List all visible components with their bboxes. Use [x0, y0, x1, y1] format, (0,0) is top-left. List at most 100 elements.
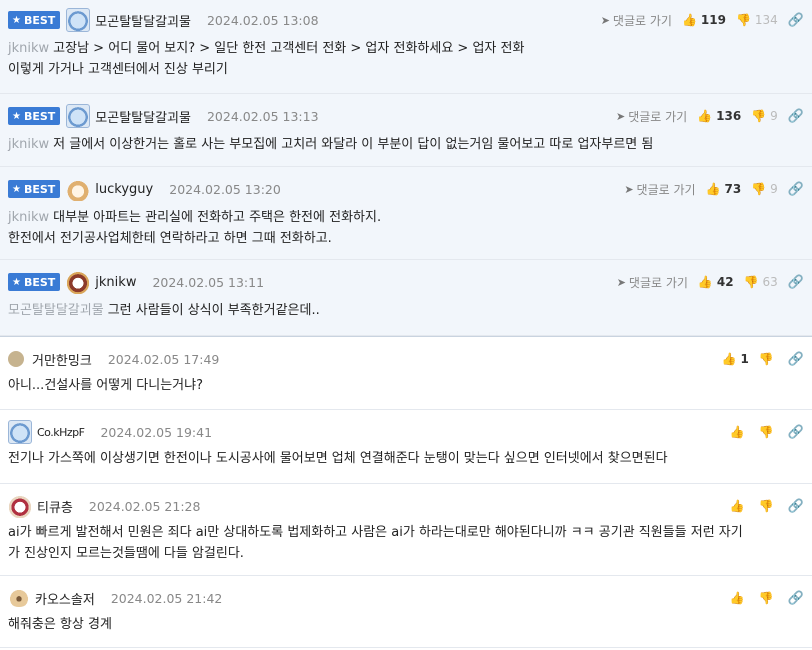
comment-item: 티큐층 2024.02.05 21:28 👍 👎 🔗 ai가 빠르게 발전해서 … [0, 484, 812, 576]
thumbs-down-icon: 👎 [758, 591, 774, 605]
thumbs-down-icon: 👎 [735, 13, 751, 27]
reply-arrow-icon: ➤ [624, 182, 634, 196]
avatar[interactable] [8, 494, 32, 518]
comment-list: ★ BEST 모곤탈탈달갈괴물 2024.02.05 13:08 ➤ 댓글로 가기 … [0, 0, 812, 648]
thumbs-down-icon: 👎 [758, 499, 774, 513]
mention[interactable]: jknikw [8, 41, 49, 56]
thumbs-down-icon: 👎 [758, 352, 774, 366]
comment-date: 2024.02.05 13:08 [206, 12, 319, 28]
link-icon[interactable]: 🔗 [788, 182, 804, 197]
downvote-button[interactable]: 👎 [759, 591, 778, 605]
comment-author[interactable]: 티큐층 [37, 497, 73, 516]
downvote-button[interactable]: 👎 [759, 352, 778, 366]
comment-body: jknikw 대부분 아파트는 관리실에 전화하고 주택은 한전에 전화하지. 한… [8, 210, 382, 246]
downvote-button[interactable]: 👎 63 [744, 275, 778, 289]
comment-item: ★ BEST jknikw 2024.02.05 13:11 ➤ 댓글로 가기 👍 4… [0, 260, 812, 336]
thumbs-up-icon: 👍 [681, 13, 697, 27]
link-icon[interactable]: 🔗 [788, 591, 804, 606]
thumbs-up-icon: 👍 [705, 182, 721, 196]
comment-item: ★ BEST luckyguy 2024.02.05 13:20 ➤ 댓글로 가기 … [0, 167, 812, 260]
reply-arrow-icon: ➤ [600, 13, 610, 27]
comment-item: ★ BEST 모곤탈탈달갈괴물 2024.02.05 13:08 ➤ 댓글로 가기 … [0, 0, 812, 94]
avatar[interactable] [66, 177, 91, 201]
comment-date: 2024.02.05 17:49 [107, 351, 220, 367]
reply-link[interactable]: ➤ 댓글로 가기 [616, 108, 687, 125]
thumbs-up-icon: 👍 [697, 109, 713, 123]
avatar[interactable] [8, 589, 30, 607]
upvote-button[interactable]: 👍 42 [698, 275, 734, 289]
comment-date: 2024.02.05 21:28 [88, 498, 201, 514]
link-icon[interactable]: 🔗 [788, 499, 804, 514]
reply-arrow-icon: ➤ [615, 109, 626, 123]
comment-author[interactable]: jknikw [95, 275, 136, 290]
avatar[interactable] [66, 270, 91, 294]
comment-body: 전기나 가스쪽에 이상생기면 한전이나 도시공사에 물어보면 업체 연결해준다 … [8, 451, 668, 466]
downvote-button[interactable]: 👎 9 [751, 182, 778, 196]
comment-date: 2024.02.05 19:41 [100, 424, 213, 440]
best-badge: ★ BEST [8, 11, 61, 29]
upvote-button[interactable]: 👍 [730, 499, 749, 513]
star-icon: ★ [12, 14, 21, 26]
link-icon[interactable]: 🔗 [788, 275, 804, 290]
star-icon: ★ [12, 183, 21, 195]
comment-body: 모곤탈탈달갈괴물 그런 사람들이 상식이 부족한거같은데.. [8, 303, 320, 318]
comment-date: 2024.02.05 13:11 [152, 274, 265, 290]
avatar[interactable] [8, 420, 32, 444]
link-icon[interactable]: 🔗 [788, 13, 804, 28]
mention[interactable]: jknikw [8, 210, 49, 225]
downvote-button[interactable]: 👎 [759, 499, 778, 513]
comment-author[interactable]: 모곤탈탈달갈괴물 [95, 107, 191, 126]
best-badge: ★ BEST [8, 180, 61, 198]
comment-body: ai가 빠르게 발전해서 민원은 죄다 ai만 상대하도록 법제화하고 사람은 … [8, 525, 743, 561]
upvote-button[interactable]: 👍 119 [682, 13, 726, 27]
downvote-button[interactable]: 👎 134 [736, 13, 778, 27]
thumbs-up-icon: 👍 [729, 425, 745, 439]
star-icon: ★ [12, 110, 21, 122]
best-badge: ★ BEST [8, 107, 61, 125]
link-icon[interactable]: 🔗 [788, 425, 804, 440]
downvote-button[interactable]: 👎 9 [751, 109, 778, 123]
upvote-button[interactable]: 👍 136 [697, 109, 741, 123]
comment-author[interactable]: 거만한밍크 [32, 350, 92, 369]
reply-link[interactable]: ➤ 댓글로 가기 [617, 274, 688, 291]
thumbs-up-icon: 👍 [697, 275, 713, 289]
link-icon[interactable]: 🔗 [788, 352, 804, 367]
comment-body: 해줘충은 항상 경계 [8, 617, 112, 632]
comment-date: 2024.02.05 13:20 [169, 181, 281, 197]
reply-link[interactable]: ➤ 댓글로 가기 [601, 12, 672, 29]
avatar[interactable] [66, 104, 91, 128]
thumbs-down-icon: 👎 [751, 182, 767, 196]
mention[interactable]: jknikw [8, 137, 49, 152]
link-icon[interactable]: 🔗 [788, 109, 804, 124]
thumbs-down-icon: 👎 [751, 109, 767, 123]
avatar[interactable] [8, 351, 24, 367]
avatar[interactable] [66, 8, 91, 32]
thumbs-down-icon: 👎 [758, 425, 774, 439]
comment-author[interactable]: 카오스솔저 [35, 589, 95, 608]
comment-date: 2024.02.05 21:42 [110, 590, 223, 606]
comment-date: 2024.02.05 13:13 [206, 108, 319, 124]
reply-link[interactable]: ➤ 댓글로 가기 [624, 181, 695, 198]
star-icon: ★ [12, 276, 21, 288]
downvote-button[interactable]: 👎 [759, 425, 778, 439]
comment-author[interactable]: luckyguy [95, 182, 153, 197]
comment-item: 거만한밍크 2024.02.05 17:49 👍 1 👎 🔗 아니...건설사를 … [0, 336, 812, 410]
comment-item: ★ BEST 모곤탈탈달갈괴물 2024.02.05 13:13 ➤ 댓글로 가기 … [0, 94, 812, 167]
comment-body: jknikw 고장남 > 어디 물어 보지? > 일단 한전 고객센터 전화 > … [8, 41, 525, 77]
thumbs-down-icon: 👎 [743, 275, 759, 289]
comment-author[interactable]: 모곤탈탈달갈괴물 [95, 11, 191, 30]
comment-item: 카오스솔저 2024.02.05 21:42 👍 👎 🔗 해줘충은 항상 경계 [0, 576, 812, 648]
upvote-button[interactable]: 👍 73 [706, 182, 742, 196]
upvote-button[interactable]: 👍 [730, 425, 749, 439]
upvote-button[interactable]: 👍 1 [722, 352, 749, 366]
comment-author[interactable]: Co.kHzpF [37, 426, 85, 439]
reply-arrow-icon: ➤ [616, 275, 626, 289]
thumbs-up-icon: 👍 [729, 591, 745, 605]
upvote-button[interactable]: 👍 [730, 591, 749, 605]
best-badge: ★ BEST [8, 273, 61, 291]
thumbs-up-icon: 👍 [721, 352, 737, 366]
comment-item: Co.kHzpF 2024.02.05 19:41 👍 👎 🔗 전기나 가스쪽에… [0, 410, 812, 484]
mention[interactable]: 모곤탈탈달갈괴물 [8, 303, 104, 318]
thumbs-up-icon: 👍 [729, 499, 745, 513]
comment-body: jknikw 저 글에서 이상한거는 홀로 사는 부모집에 고치러 와달라 이 부… [8, 137, 654, 152]
